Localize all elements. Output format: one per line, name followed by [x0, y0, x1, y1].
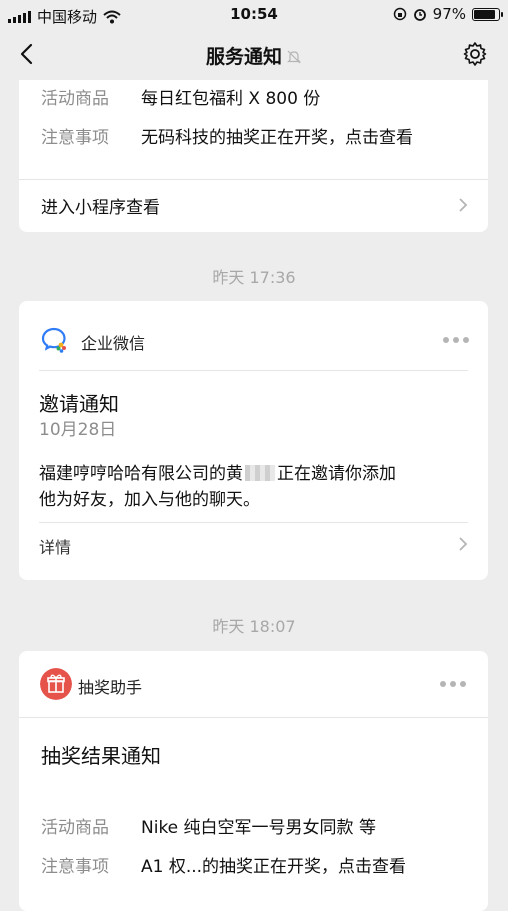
row-key: 注意事项 [41, 128, 109, 148]
app-name: 抽奖助手 [78, 678, 143, 697]
mute-bell-icon [287, 50, 301, 64]
timestamp-divider: 昨天 18:07 [212, 617, 296, 636]
battery-percent: 97% [432, 5, 466, 23]
battery-icon [472, 7, 503, 21]
notification-card-lottery-partial[interactable]: 活动商品 每日红包福利 X 800 份 注意事项 无码科技的抽奖正在开奖，点击查… [19, 80, 488, 232]
nav-title-wrap: 服务通知 [0, 42, 508, 69]
detail-row-notice: 注意事项 A1 权...的抽奖正在开奖，点击查看 [41, 852, 406, 877]
message-body: 福建哼哼哈哈有限公司的黄 正在邀请你添加 他为好友，加入与他的聊天。 [39, 461, 469, 513]
row-key: 活动商品 [41, 89, 109, 109]
card-divider [19, 179, 488, 180]
gift-app-icon [40, 668, 72, 700]
alarm-icon [413, 9, 426, 21]
body-line-2: 他为好友，加入与他的聊天。 [39, 490, 260, 510]
message-date: 10月28日 [39, 420, 117, 440]
detail-row-product: 活动商品 每日红包福利 X 800 份 [41, 84, 320, 109]
blurred-name [245, 465, 275, 481]
open-miniprogram-link[interactable]: 进入小程序查看 [41, 193, 160, 218]
row-value: A1 权...的抽奖正在开奖，点击查看 [141, 857, 407, 877]
notification-card-wecom[interactable]: 企业微信 邀请通知 10月28日 福建哼哼哈哈有限公司的黄 正在邀请你添加 他为好… [19, 301, 488, 580]
header-divider [39, 370, 468, 371]
status-right: 97% [393, 5, 503, 23]
more-options-icon[interactable] [440, 681, 466, 687]
row-key: 注意事项 [41, 857, 109, 877]
more-options-icon[interactable] [443, 337, 469, 343]
app-name: 企业微信 [81, 334, 146, 353]
footer-divider [39, 522, 468, 523]
header-divider [19, 717, 488, 718]
row-key: 活动商品 [41, 818, 109, 838]
row-value: 无码科技的抽奖正在开奖，点击查看 [141, 128, 413, 148]
battery-fill [474, 9, 495, 19]
chevron-right-icon [459, 537, 468, 551]
detail-row-notice: 注意事项 无码科技的抽奖正在开奖，点击查看 [41, 123, 413, 148]
status-bar: 中国移动 10:54 97% [0, 0, 508, 30]
wecom-app-icon [39, 324, 71, 356]
page-title: 服务通知 [205, 46, 282, 68]
notification-card-lottery-result[interactable]: 抽奖助手 抽奖结果通知 活动商品 Nike 纯白空军一号男女同款 等 注意事项 … [19, 651, 488, 911]
link-label: 进入小程序查看 [41, 198, 160, 218]
row-value: Nike 纯白空军一号男女同款 等 [141, 818, 376, 838]
body-line-1: 福建哼哼哈哈有限公司的黄 正在邀请你添加 [39, 464, 396, 484]
message-title: 抽奖结果通知 [41, 744, 161, 768]
timestamp-divider: 昨天 17:36 [212, 268, 296, 287]
detail-row-product: 活动商品 Nike 纯白空军一号男女同款 等 [41, 813, 376, 838]
details-link[interactable]: 详情 [39, 534, 71, 558]
orientation-lock-icon [393, 7, 406, 21]
row-value: 每日红包福利 X 800 份 [141, 89, 321, 109]
details-label: 详情 [39, 538, 72, 557]
nav-bar: 服务通知 [0, 30, 508, 80]
settings-gear-icon[interactable] [462, 41, 488, 67]
chevron-right-icon [459, 198, 468, 212]
message-title: 邀请通知 [39, 392, 119, 416]
